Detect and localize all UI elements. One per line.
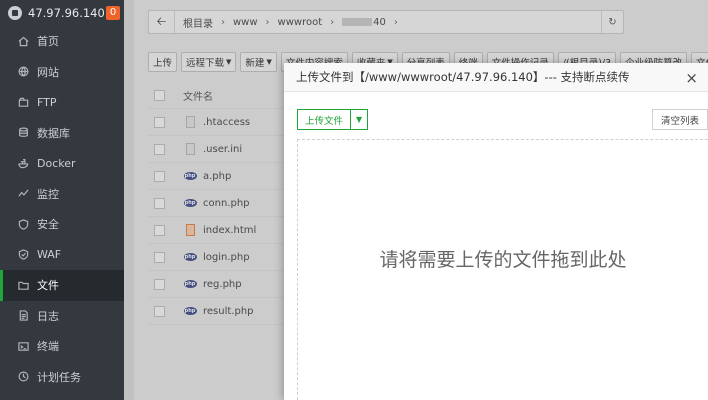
sidebar-item-label: 数据库	[37, 126, 70, 140]
sidebar-item-2[interactable]: FTP	[0, 87, 124, 118]
dialog-title-bar: 上传文件到【/www/wwwroot/47.97.96.140】--- 支持断点…	[284, 63, 708, 92]
drop-zone[interactable]: 请将需要上传的文件拖到此处	[297, 139, 708, 400]
folder-icon	[18, 281, 29, 290]
sidebar-item-8[interactable]: 文件	[0, 270, 124, 301]
sidebar-item-0[interactable]: 首页	[0, 26, 124, 57]
sidebar-item-label: 安全	[37, 218, 59, 232]
notification-badge[interactable]: 0	[106, 6, 120, 20]
dialog-title: 上传文件到【/www/wwwroot/47.97.96.140】--- 支持断点…	[296, 70, 630, 84]
sidebar-item-3[interactable]: 数据库	[0, 118, 124, 149]
terminal-icon	[18, 341, 29, 351]
sidebar-item-label: 网站	[37, 65, 59, 79]
globe-icon	[18, 66, 29, 77]
log-icon	[19, 310, 28, 321]
caret-down-icon[interactable]: ▼	[351, 109, 369, 130]
upload-file-button[interactable]: 上传文件	[297, 109, 352, 130]
sidebar-item-label: WAF	[37, 248, 62, 262]
sidebar-item-10[interactable]: 终端	[0, 331, 124, 362]
sidebar-item-label: Docker	[37, 156, 76, 170]
monitor-icon	[18, 189, 29, 197]
sidebar-item-11[interactable]: 计划任务	[0, 362, 124, 393]
sidebar-item-6[interactable]: 安全	[0, 209, 124, 240]
clock-icon	[18, 371, 29, 382]
server-header: 47.97.96.140 0	[0, 0, 124, 26]
docker-icon	[18, 158, 29, 168]
ftp-icon	[18, 97, 29, 107]
close-icon[interactable]: ×	[685, 69, 698, 87]
upload-button-group: 上传文件 ▼	[297, 109, 369, 130]
sidebar-nav: 首页网站 FTP 数据库 Docker 监控安全 WAF 文件日志终端计划任务	[0, 26, 124, 392]
server-ip: 47.97.96.140	[28, 6, 105, 20]
sidebar-item-label: 终端	[37, 340, 59, 354]
sidebar-item-1[interactable]: 网站	[0, 57, 124, 88]
waf-icon	[18, 249, 29, 260]
sidebar-item-5[interactable]: 监控	[0, 179, 124, 210]
sidebar-item-label: FTP	[37, 95, 57, 109]
sidebar-item-7[interactable]: WAF	[0, 240, 124, 271]
home-icon	[18, 36, 29, 46]
sidebar-item-label: 文件	[37, 279, 59, 293]
server-logo-icon	[8, 6, 22, 20]
clear-list-button[interactable]: 清空列表	[651, 109, 708, 130]
sidebar: 47.97.96.140 0 首页网站 FTP 数据库 Docker 监控安全 WAF 文件…	[0, 0, 124, 400]
upload-dialog: 上传文件到【/www/wwwroot/47.97.96.140】--- 支持断点…	[284, 63, 708, 400]
shield-icon	[18, 219, 29, 230]
sidebar-item-label: 计划任务	[37, 370, 81, 384]
sidebar-item-label: 首页	[37, 35, 59, 49]
sidebar-item-label: 监控	[37, 187, 59, 201]
drop-zone-text: 请将需要上传的文件拖到此处	[379, 248, 627, 271]
database-icon	[19, 127, 28, 138]
sidebar-item-label: 日志	[37, 309, 59, 323]
sidebar-item-9[interactable]: 日志	[0, 301, 124, 332]
sidebar-item-4[interactable]: Docker	[0, 148, 124, 179]
